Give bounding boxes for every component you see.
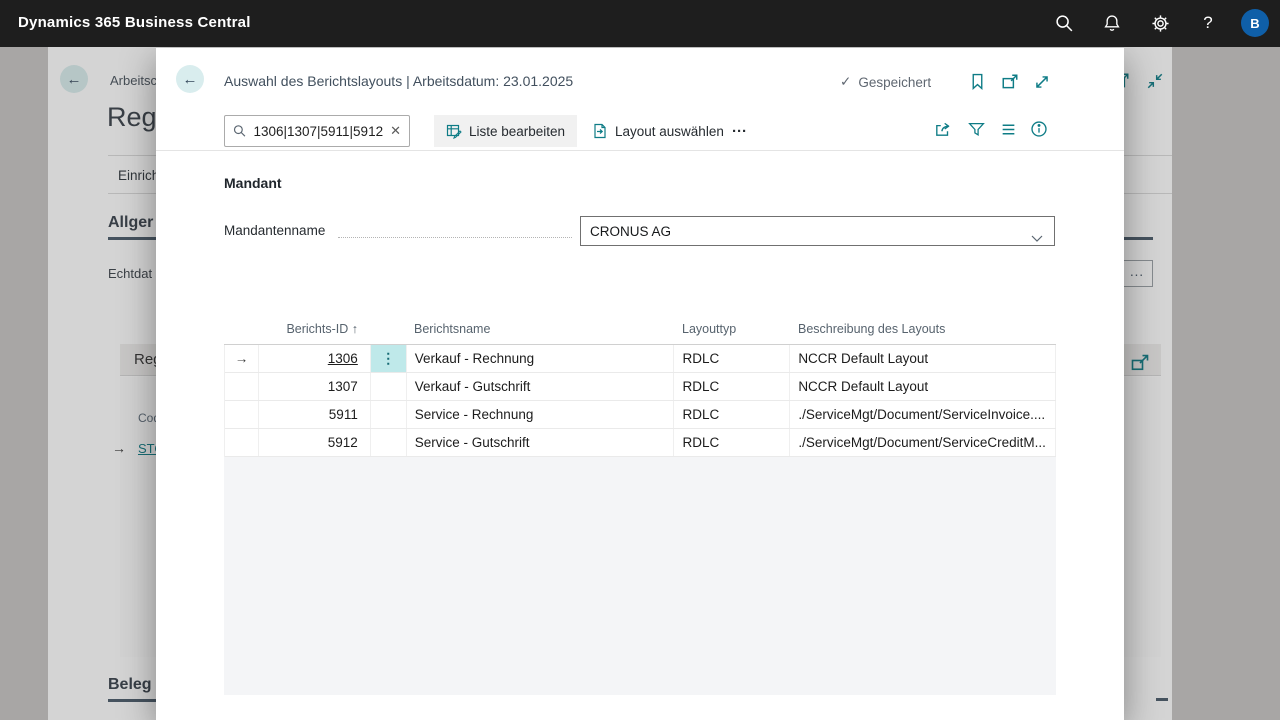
report-layout-table: → 1306 ⋮ Verkauf - Rechnung RDLC NCCR De… bbox=[224, 345, 1056, 457]
column-header-layout-description[interactable]: Beschreibung des Layouts bbox=[798, 322, 945, 336]
company-name-value: CRONUS AG bbox=[590, 224, 671, 239]
open-in-window-icon bbox=[1001, 73, 1019, 91]
layout-description-cell: NCCR Default Layout bbox=[790, 345, 1056, 372]
layout-type-cell: RDLC bbox=[674, 401, 790, 428]
filter-icon bbox=[968, 121, 985, 138]
search-icon bbox=[1055, 14, 1074, 33]
search-input[interactable]: 1306|1307|5911|5912 ✕ bbox=[224, 115, 410, 147]
help-icon: ? bbox=[1203, 13, 1212, 33]
divider bbox=[156, 150, 1124, 151]
list-icon bbox=[1000, 121, 1017, 138]
layout-description-cell: ./ServiceMgt/Document/ServiceInvoice.... bbox=[790, 401, 1056, 428]
layout-type-cell: RDLC bbox=[674, 345, 790, 372]
table-empty-area bbox=[224, 457, 1056, 695]
column-header-report-id[interactable]: Berichts-ID ↑ bbox=[258, 322, 370, 336]
sort-ascending-icon: ↑ bbox=[352, 322, 358, 336]
settings-button[interactable] bbox=[1148, 11, 1172, 35]
table-row[interactable]: → 1306 ⋮ Verkauf - Rechnung RDLC NCCR De… bbox=[225, 345, 1056, 373]
table-row[interactable]: 5912 Service - Gutschrift RDLC ./Service… bbox=[225, 429, 1056, 457]
column-header-report-name[interactable]: Berichtsname bbox=[414, 322, 490, 336]
report-name-cell: Service - Rechnung bbox=[407, 401, 675, 428]
back-arrow-icon: ← bbox=[183, 71, 198, 88]
expand-icon bbox=[1033, 73, 1051, 91]
save-status: ✓ Gespeichert bbox=[840, 74, 931, 90]
share-icon bbox=[934, 120, 952, 138]
ellipsis-icon: ··· bbox=[732, 123, 747, 140]
notifications-button[interactable] bbox=[1100, 11, 1124, 35]
report-name-cell: Verkauf - Gutschrift bbox=[407, 373, 675, 400]
select-layout-label: Layout auswählen bbox=[615, 124, 724, 139]
more-actions-button[interactable]: ··· bbox=[720, 115, 759, 147]
company-name-label: Mandantenname bbox=[224, 223, 325, 238]
report-layout-selection-dialog: ← Auswahl des Berichtslayouts | Arbeitsd… bbox=[156, 48, 1124, 720]
report-id-cell[interactable]: 5911 bbox=[329, 407, 358, 422]
row-menu-icon[interactable]: ⋮ bbox=[371, 345, 407, 372]
layout-type-cell: RDLC bbox=[674, 373, 790, 400]
modal-back-button[interactable]: ← bbox=[176, 65, 204, 93]
report-name-cell: Verkauf - Rechnung bbox=[407, 345, 675, 372]
clear-search-icon[interactable]: ✕ bbox=[390, 123, 401, 139]
bell-icon bbox=[1103, 14, 1121, 32]
gear-icon bbox=[1151, 14, 1170, 33]
edit-list-icon bbox=[446, 123, 462, 139]
report-id-cell[interactable]: 5912 bbox=[328, 435, 358, 450]
layout-type-cell: RDLC bbox=[674, 429, 790, 456]
edit-list-button[interactable]: Liste bearbeiten bbox=[434, 115, 577, 147]
group-title: Mandant bbox=[224, 175, 282, 191]
view-list-button[interactable] bbox=[999, 120, 1017, 138]
info-button[interactable] bbox=[1030, 120, 1048, 138]
edit-list-label: Liste bearbeiten bbox=[469, 124, 565, 139]
check-icon: ✓ bbox=[840, 74, 851, 90]
report-name-cell: Service - Gutschrift bbox=[407, 429, 675, 456]
select-layout-icon bbox=[592, 123, 608, 139]
expand-button[interactable] bbox=[1032, 72, 1051, 91]
help-button[interactable]: ? bbox=[1196, 11, 1220, 35]
report-id-link[interactable]: 1306 bbox=[328, 351, 358, 366]
save-status-label: Gespeichert bbox=[858, 75, 931, 90]
bookmark-button[interactable] bbox=[968, 72, 987, 91]
report-id-cell[interactable]: 1307 bbox=[328, 379, 358, 394]
dialog-title: Auswahl des Berichtslayouts | Arbeitsdat… bbox=[224, 73, 573, 89]
layout-description-cell: NCCR Default Layout bbox=[790, 373, 1056, 400]
table-row[interactable]: 5911 Service - Rechnung RDLC ./ServiceMg… bbox=[225, 401, 1056, 429]
company-name-select[interactable]: CRONUS AG bbox=[580, 216, 1055, 246]
select-layout-button[interactable]: Layout auswählen bbox=[580, 115, 736, 147]
dotted-leader bbox=[338, 237, 572, 238]
layout-description-cell: ./ServiceMgt/Document/ServiceCreditM... bbox=[790, 429, 1056, 456]
info-icon bbox=[1030, 120, 1048, 138]
active-row-indicator-icon: → bbox=[225, 345, 259, 372]
bookmark-icon bbox=[969, 73, 986, 90]
column-header-layout-type[interactable]: Layouttyp bbox=[682, 322, 736, 336]
chevron-down-icon bbox=[1031, 235, 1043, 242]
table-row[interactable]: 1307 Verkauf - Gutschrift RDLC NCCR Defa… bbox=[225, 373, 1056, 401]
filter-button[interactable] bbox=[967, 120, 985, 138]
search-value: 1306|1307|5911|5912 bbox=[253, 124, 383, 139]
app-header: Dynamics 365 Business Central ? B bbox=[0, 0, 1280, 47]
app-title[interactable]: Dynamics 365 Business Central bbox=[18, 14, 251, 31]
avatar[interactable]: B bbox=[1241, 9, 1269, 37]
share-button[interactable] bbox=[934, 120, 952, 138]
search-icon bbox=[233, 124, 246, 138]
avatar-initial: B bbox=[1250, 16, 1259, 31]
search-button[interactable] bbox=[1052, 11, 1076, 35]
open-in-window-button[interactable] bbox=[1000, 72, 1019, 91]
